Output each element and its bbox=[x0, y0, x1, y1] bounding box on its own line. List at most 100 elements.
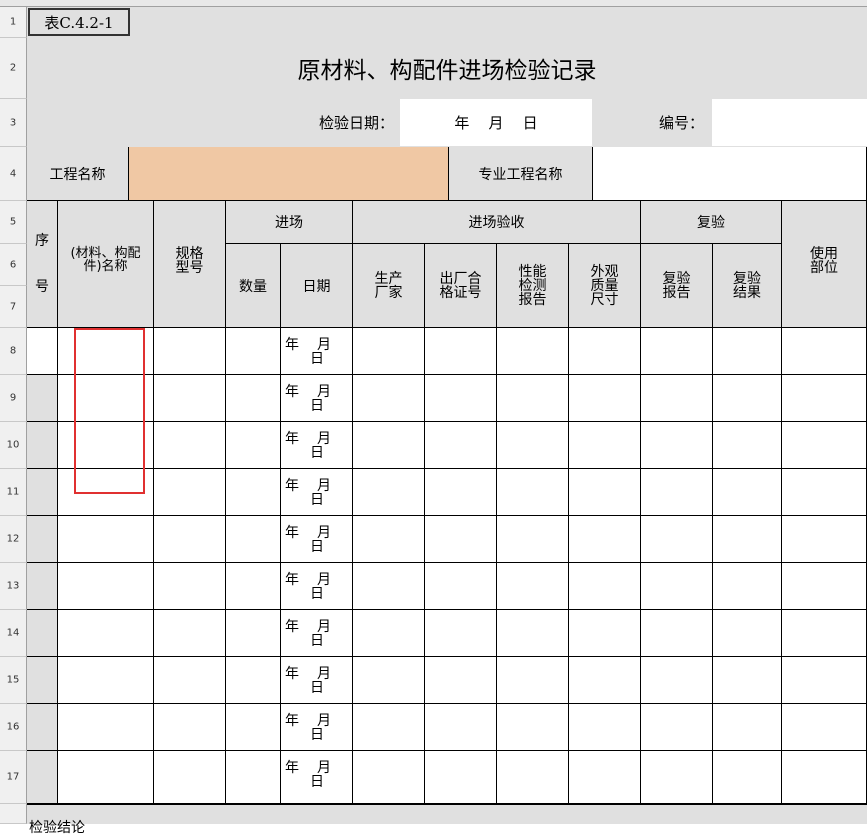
cell-performance-report[interactable] bbox=[497, 657, 569, 704]
cell-manufacturer[interactable] bbox=[353, 375, 425, 422]
cell-reinspection-report[interactable] bbox=[641, 422, 713, 469]
selection-highlight[interactable] bbox=[74, 328, 145, 494]
cell-spec-model[interactable] bbox=[154, 375, 226, 422]
cell-manufacturer[interactable] bbox=[353, 751, 425, 804]
row-header-18[interactable] bbox=[0, 804, 27, 824]
cell-spec-model[interactable] bbox=[154, 751, 226, 804]
cell-seq[interactable] bbox=[27, 469, 58, 516]
cell-manufacturer[interactable] bbox=[353, 563, 425, 610]
cell-quantity[interactable] bbox=[226, 657, 281, 704]
cell-usage-location[interactable] bbox=[782, 328, 867, 375]
row-header-17[interactable]: 17 bbox=[0, 751, 27, 804]
cell-usage-location[interactable] bbox=[782, 469, 867, 516]
cell-manufacturer[interactable] bbox=[353, 610, 425, 657]
cell-certificate[interactable] bbox=[425, 657, 497, 704]
cell-seq[interactable] bbox=[27, 328, 58, 375]
row-header-15[interactable]: 15 bbox=[0, 657, 27, 704]
cell-certificate[interactable] bbox=[425, 704, 497, 751]
cell-seq[interactable] bbox=[27, 704, 58, 751]
cell-reinspection-result[interactable] bbox=[713, 422, 782, 469]
row-header-5[interactable]: 5 bbox=[0, 201, 27, 244]
cell-date[interactable]: 年月日 bbox=[281, 328, 353, 375]
row-header-1[interactable]: 1 bbox=[0, 7, 27, 38]
row-header-4[interactable]: 4 bbox=[0, 147, 27, 201]
cell-spec-model[interactable] bbox=[154, 610, 226, 657]
cell-usage-location[interactable] bbox=[782, 657, 867, 704]
row-header-16[interactable]: 16 bbox=[0, 704, 27, 751]
cell-manufacturer[interactable] bbox=[353, 422, 425, 469]
cell-performance-report[interactable] bbox=[497, 516, 569, 563]
cell-seq[interactable] bbox=[27, 610, 58, 657]
row-header-7[interactable]: 7 bbox=[0, 286, 27, 328]
cell-reinspection-result[interactable] bbox=[713, 328, 782, 375]
number-field[interactable] bbox=[712, 99, 867, 146]
cell-reinspection-result[interactable] bbox=[713, 516, 782, 563]
cell-seq[interactable] bbox=[27, 422, 58, 469]
row-header-9[interactable]: 9 bbox=[0, 375, 27, 422]
cell-performance-report[interactable] bbox=[497, 422, 569, 469]
cell-date[interactable]: 年月日 bbox=[281, 610, 353, 657]
column-header-bar[interactable] bbox=[0, 0, 867, 7]
cell-performance-report[interactable] bbox=[497, 751, 569, 804]
cell-performance-report[interactable] bbox=[497, 469, 569, 516]
cell-certificate[interactable] bbox=[425, 328, 497, 375]
cell-usage-location[interactable] bbox=[782, 422, 867, 469]
cell-reinspection-report[interactable] bbox=[641, 328, 713, 375]
cell-certificate[interactable] bbox=[425, 610, 497, 657]
cell-usage-location[interactable] bbox=[782, 563, 867, 610]
cell-reinspection-result[interactable] bbox=[713, 704, 782, 751]
cell-quantity[interactable] bbox=[226, 563, 281, 610]
cell-usage-location[interactable] bbox=[782, 610, 867, 657]
cell-usage-location[interactable] bbox=[782, 751, 867, 804]
row-header-11[interactable]: 11 bbox=[0, 469, 27, 516]
cell-seq[interactable] bbox=[27, 657, 58, 704]
cell-certificate[interactable] bbox=[425, 516, 497, 563]
cell-spec-model[interactable] bbox=[154, 657, 226, 704]
cell-manufacturer[interactable] bbox=[353, 516, 425, 563]
row-header-13[interactable]: 13 bbox=[0, 563, 27, 610]
cell-manufacturer[interactable] bbox=[353, 657, 425, 704]
cell-date[interactable]: 年月日 bbox=[281, 516, 353, 563]
cell-manufacturer[interactable] bbox=[353, 328, 425, 375]
row-header-12[interactable]: 12 bbox=[0, 516, 27, 563]
cell-reinspection-result[interactable] bbox=[713, 751, 782, 804]
cell-usage-location[interactable] bbox=[782, 516, 867, 563]
cell-performance-report[interactable] bbox=[497, 563, 569, 610]
row-header-3[interactable]: 3 bbox=[0, 99, 27, 147]
cell-spec-model[interactable] bbox=[154, 422, 226, 469]
cell-spec-model[interactable] bbox=[154, 469, 226, 516]
cell-quantity[interactable] bbox=[226, 375, 281, 422]
row-header-2[interactable]: 2 bbox=[0, 38, 27, 99]
row-header-14[interactable]: 14 bbox=[0, 610, 27, 657]
row-header-10[interactable]: 10 bbox=[0, 422, 27, 469]
cell-date[interactable]: 年月日 bbox=[281, 563, 353, 610]
cell-quantity[interactable] bbox=[226, 751, 281, 804]
cell-material-name[interactable] bbox=[58, 751, 154, 804]
row-header-6[interactable]: 6 bbox=[0, 244, 27, 286]
cell-reinspection-report[interactable] bbox=[641, 469, 713, 516]
cell-certificate[interactable] bbox=[425, 751, 497, 804]
cell-appearance[interactable] bbox=[569, 469, 641, 516]
cell-manufacturer[interactable] bbox=[353, 704, 425, 751]
cell-quantity[interactable] bbox=[226, 469, 281, 516]
cell-performance-report[interactable] bbox=[497, 328, 569, 375]
cell-certificate[interactable] bbox=[425, 563, 497, 610]
cell-spec-model[interactable] bbox=[154, 704, 226, 751]
cell-material-name[interactable] bbox=[58, 516, 154, 563]
cell-date[interactable]: 年月日 bbox=[281, 469, 353, 516]
cell-quantity[interactable] bbox=[226, 422, 281, 469]
cell-material-name[interactable] bbox=[58, 563, 154, 610]
inspection-date-field[interactable]: 年 月 日 bbox=[400, 99, 592, 146]
project-name-field[interactable] bbox=[129, 147, 449, 201]
cell-reinspection-report[interactable] bbox=[641, 751, 713, 804]
cell-date[interactable]: 年月日 bbox=[281, 704, 353, 751]
row-header-8[interactable]: 8 bbox=[0, 328, 27, 375]
cell-reinspection-report[interactable] bbox=[641, 563, 713, 610]
cell-certificate[interactable] bbox=[425, 469, 497, 516]
cell-spec-model[interactable] bbox=[154, 328, 226, 375]
cell-reinspection-result[interactable] bbox=[713, 469, 782, 516]
cell-appearance[interactable] bbox=[569, 610, 641, 657]
cell-performance-report[interactable] bbox=[497, 375, 569, 422]
cell-appearance[interactable] bbox=[569, 704, 641, 751]
cell-quantity[interactable] bbox=[226, 516, 281, 563]
